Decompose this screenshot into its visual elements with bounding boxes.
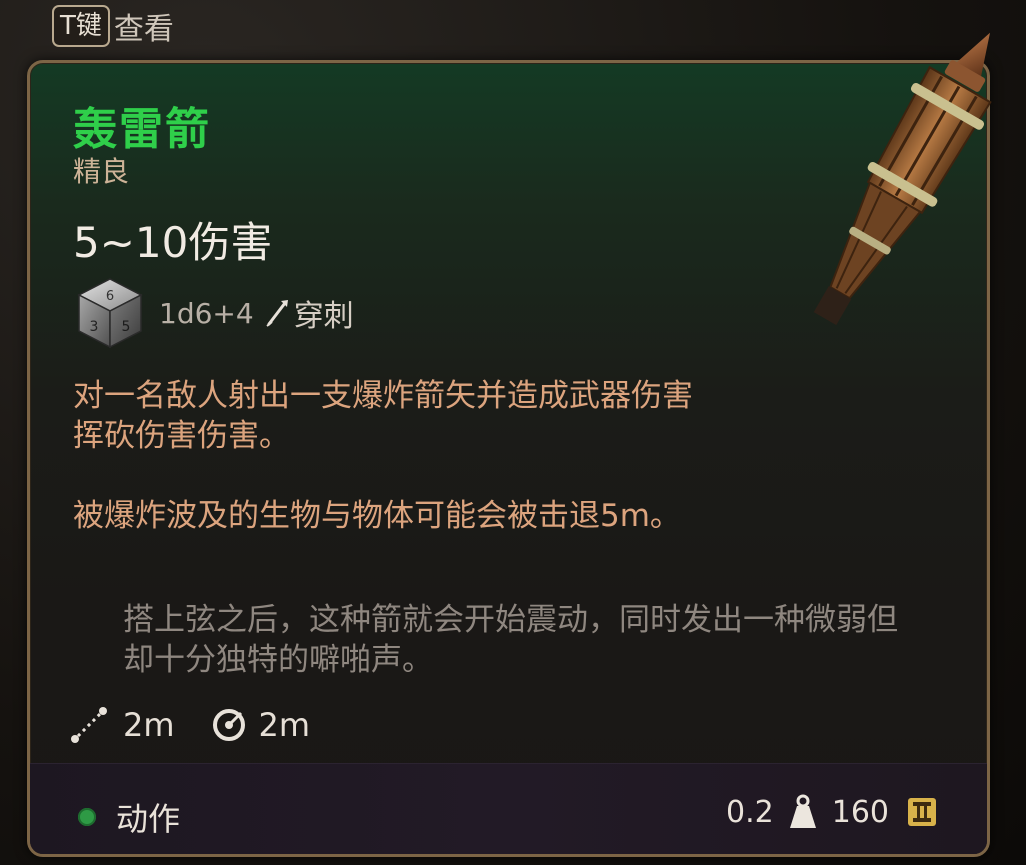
inspect-hint[interactable]: T键 查看 <box>52 4 174 48</box>
item-rarity: 精良 <box>73 155 130 188</box>
tooltip-screen: T键 查看 轰雷箭 精良 5~10伤害 6 3 5 1d6+4 穿刺 对一名敌人… <box>0 0 1026 865</box>
aoe-radius-icon <box>212 709 245 741</box>
action-dot-icon <box>78 808 96 826</box>
thunder-arrow-illustration <box>813 32 992 326</box>
t-key-badge[interactable]: T键 <box>52 5 110 47</box>
description-knockback: 被爆炸波及的生物与物体可能会被击退5m。 <box>73 498 681 534</box>
piercing-arrow-icon <box>266 300 288 327</box>
price-value: 160 <box>831 794 889 830</box>
flavor-text: 搭上弦之后，这种箭就会开始震动，同时发出一种微弱但却十分独特的噼啪声。 <box>123 602 898 678</box>
d6-dice-icon: 6 3 5 <box>77 278 143 349</box>
damage-type: 穿刺 <box>293 299 354 334</box>
svg-text:3: 3 <box>90 319 99 335</box>
damage-range: 5~10伤害 <box>73 218 273 267</box>
action-cost: 动作 <box>78 794 180 840</box>
range-row: 2m 2m <box>67 703 346 747</box>
range-value: 2m <box>123 706 175 744</box>
radius-value: 2m <box>258 706 311 744</box>
tooltip-footer: 动作 0.2 160 <box>30 763 987 854</box>
range-dotted-line-icon <box>71 707 107 743</box>
weight-icon <box>789 794 816 828</box>
svg-text:6: 6 <box>106 289 114 304</box>
dice-formula: 1d6+4 <box>159 296 254 330</box>
inspect-label: 查看 <box>113 12 174 47</box>
svg-text:5: 5 <box>122 319 131 335</box>
item-stats: 0.2 160 <box>726 794 939 830</box>
item-name: 轰雷箭 <box>73 104 211 155</box>
damage-dice-row: 6 3 5 1d6+4 穿刺 <box>75 275 354 351</box>
weight-value: 0.2 <box>726 794 774 830</box>
description-primary: 对一名敌人射出一支爆炸箭矢并造成武器伤害挥砍伤害伤害。 <box>73 378 693 454</box>
gold-coin-icon <box>908 798 936 826</box>
action-label: 动作 <box>116 800 181 838</box>
